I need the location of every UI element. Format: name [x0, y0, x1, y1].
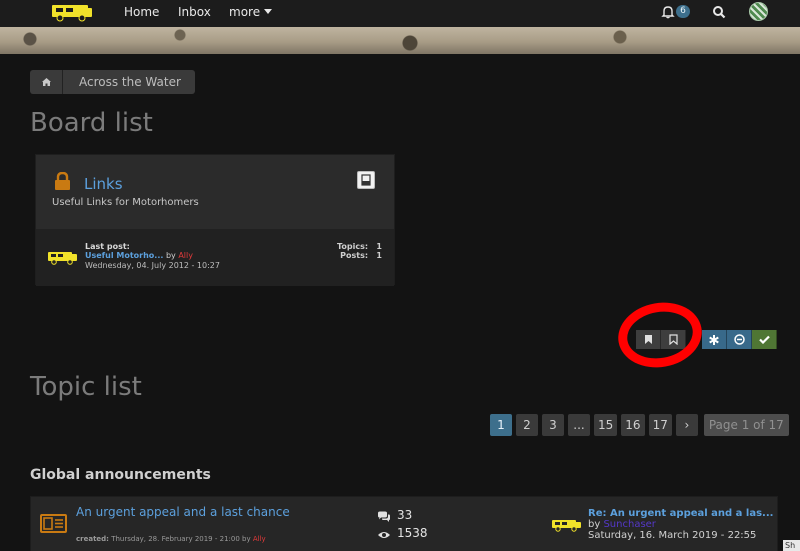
doc-glyph: [361, 174, 371, 186]
document-icon[interactable]: [357, 171, 375, 189]
posts-value: 1: [376, 251, 382, 260]
page-1[interactable]: 1: [490, 414, 512, 436]
posts-stat: Posts: 1: [340, 251, 382, 260]
page-info: Page 1 of 17: [703, 414, 789, 436]
motorhome-logo-icon: [48, 252, 77, 265]
asterisk-button[interactable]: [702, 330, 727, 349]
page-ellipsis[interactable]: ...: [568, 414, 590, 436]
topic-action-button-group: [702, 330, 777, 349]
bell-icon[interactable]: [661, 5, 675, 19]
announcement-meta: created: Thursday, 28. February 2019 - 2…: [76, 535, 266, 543]
breadcrumb: Across the Water: [30, 70, 195, 94]
next-page-button[interactable]: ›: [675, 414, 698, 436]
page-15[interactable]: 15: [594, 414, 618, 436]
pagination: 1 2 3 ... 15 16 17 › Page 1 of 17: [490, 414, 789, 436]
breadcrumb-current[interactable]: Across the Water: [62, 70, 195, 94]
caret-down-icon: [264, 9, 273, 14]
home-icon: [41, 78, 51, 86]
last-reply-by: by: [588, 519, 601, 530]
last-reply-date: Saturday, 16. March 2019 - 22:55: [588, 530, 757, 541]
created-by: by: [242, 535, 251, 543]
user-avatar[interactable]: [749, 2, 768, 21]
check-icon: [758, 335, 770, 344]
announcement-row: An urgent appeal and a last chance creat…: [30, 496, 778, 551]
last-post-date: Wednesday, 04. July 2012 - 10:27: [85, 261, 220, 270]
minus-circle-icon: [733, 334, 745, 345]
share-tab[interactable]: Sh: [783, 540, 800, 551]
last-post-line: Useful Motorho... by Ally: [85, 251, 193, 260]
notification-count-badge[interactable]: 6: [676, 5, 690, 18]
created-date: Thursday, 28. February 2019 - 21:00: [111, 535, 240, 543]
board-card: Links Useful Links for Motorhomers Last …: [35, 154, 395, 286]
top-navbar: Home Inbox more 6: [0, 0, 800, 27]
page-17[interactable]: 17: [648, 414, 672, 436]
last-reply-by-line: by Sunchaser: [588, 519, 656, 530]
eye-icon: [378, 532, 390, 538]
topics-label: Topics:: [337, 242, 369, 251]
breadcrumb-home[interactable]: [30, 70, 62, 94]
announcement-icon: [40, 514, 67, 533]
last-post-label: Last post:: [85, 242, 130, 251]
global-announcements-heading: Global announcements: [30, 467, 211, 483]
comments-icon: [378, 511, 390, 522]
created-label: created:: [76, 535, 109, 543]
board-title-link[interactable]: Links: [84, 175, 123, 193]
minus-circle-button[interactable]: [727, 330, 752, 349]
last-post-user[interactable]: Ally: [178, 251, 193, 260]
last-reply-user[interactable]: Sunchaser: [603, 519, 655, 530]
views-count: 1538: [397, 526, 428, 540]
page-3[interactable]: 3: [542, 414, 564, 436]
last-post-by: by: [165, 251, 176, 260]
board-description: Useful Links for Motorhomers: [52, 197, 199, 208]
motorhome-avatar-icon: [552, 520, 581, 532]
check-button[interactable]: [752, 330, 777, 349]
nav-more[interactable]: more: [229, 5, 273, 19]
nav-home[interactable]: Home: [124, 5, 159, 19]
topic-list-heading: Topic list: [30, 372, 142, 402]
posts-label: Posts:: [340, 251, 369, 260]
last-reply-link[interactable]: Re: An urgent appeal and a las...: [588, 508, 773, 519]
page-16[interactable]: 16: [621, 414, 645, 436]
search-icon[interactable]: [712, 5, 726, 19]
page-2[interactable]: 2: [516, 414, 538, 436]
header-banner-image: [0, 27, 800, 54]
board-list-heading: Board list: [30, 108, 153, 138]
announcement-title-link[interactable]: An urgent appeal and a last chance: [76, 505, 290, 519]
asterisk-icon: [709, 334, 719, 345]
topics-value: 1: [376, 242, 382, 251]
nav-more-label: more: [229, 5, 261, 19]
site-logo[interactable]: [50, 2, 94, 22]
created-user[interactable]: Ally: [253, 535, 266, 543]
last-post-link[interactable]: Useful Motorho...: [85, 251, 163, 260]
replies-count: 33: [397, 508, 413, 522]
topics-stat: Topics: 1: [337, 242, 382, 251]
nav-inbox[interactable]: Inbox: [178, 5, 211, 19]
lock-icon: [55, 172, 70, 190]
red-highlight-annotation: [613, 296, 707, 374]
